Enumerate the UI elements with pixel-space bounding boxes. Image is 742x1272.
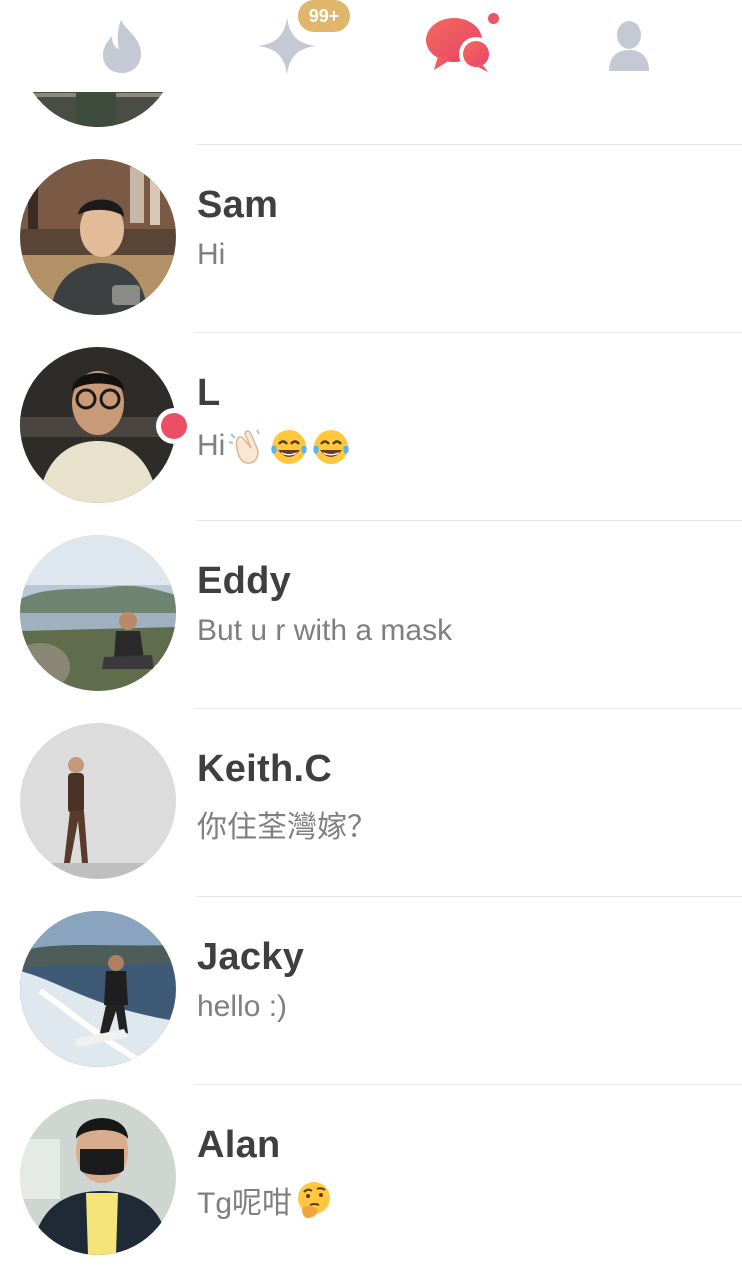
conversation-row[interactable]: Keith.C 你住荃灣嫁？ — [0, 708, 742, 896]
conversation-row[interactable]: L Hi — [0, 332, 742, 520]
last-message: Tg呢咁 — [197, 1178, 334, 1222]
avatar — [20, 159, 176, 315]
avatar — [20, 911, 176, 1067]
last-message: hello :) — [197, 990, 287, 1024]
chat-bubbles-icon — [426, 18, 493, 72]
last-message: 你住荃灣嫁？ — [197, 802, 377, 846]
profile-icon — [609, 21, 649, 71]
last-message-text: Hi — [197, 429, 226, 462]
last-message-text: But u r with a mask — [197, 614, 453, 647]
conversation-list: Sam Hi L Hi Eddy But u r with a mask Kei… — [0, 0, 742, 1271]
last-message-text: Tg呢咁 — [197, 1187, 293, 1220]
flame-icon — [103, 20, 141, 73]
tears-of-joy-emoji — [271, 430, 308, 464]
conversation-row[interactable]: Jacky hello :) — [0, 896, 742, 1084]
unread-indicator-dot — [156, 408, 192, 444]
thinking-face-emoji — [298, 1182, 331, 1218]
top-picks-count-badge: 99+ — [298, 0, 350, 32]
contact-name: Jacky — [197, 936, 305, 978]
avatar — [20, 723, 176, 879]
conversation-row[interactable]: Sam Hi — [0, 144, 742, 332]
conversation-row[interactable]: Alan Tg呢咁 — [0, 1084, 742, 1272]
avatar — [20, 1099, 176, 1255]
contact-name: Alan — [197, 1124, 281, 1166]
contact-name: L — [197, 372, 221, 414]
avatar — [20, 535, 176, 691]
last-message-text: Hi — [197, 238, 226, 271]
contact-name: Sam — [197, 184, 279, 226]
tab-profile[interactable] — [584, 0, 674, 92]
contact-name: Eddy — [197, 560, 292, 602]
avatar — [20, 347, 176, 503]
contact-name: Keith.C — [197, 748, 333, 790]
conversation-row[interactable]: Eddy But u r with a mask — [0, 520, 742, 708]
tab-discover[interactable] — [77, 0, 167, 92]
top-tab-bar: 99+ — [0, 0, 742, 92]
last-message: Hi — [197, 238, 225, 272]
messages-notification-dot — [488, 13, 499, 24]
last-message-text: hello :) — [197, 990, 288, 1023]
last-message: Hi — [197, 426, 351, 466]
last-message-text: 你住荃灣嫁？ — [197, 811, 377, 844]
tears-of-joy-emoji — [313, 430, 350, 464]
last-message: But u r with a mask — [197, 614, 452, 648]
waving-hand-emoji — [229, 429, 261, 464]
